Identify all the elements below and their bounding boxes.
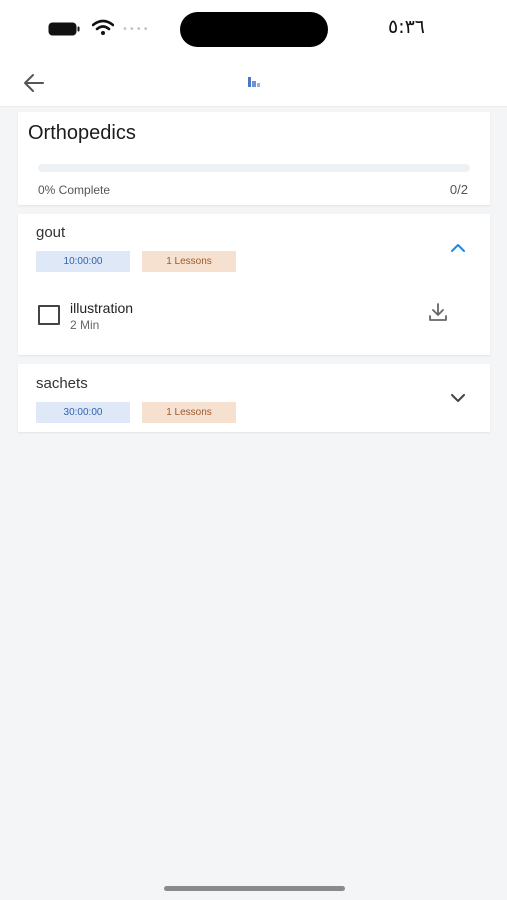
progress-count: 0/2 (449, 182, 468, 197)
section-card-gout: gout 10:00:00 1 Lessons illustration 2 M… (18, 214, 490, 355)
lesson-title: illustration (70, 300, 134, 316)
course-title: Orthopedics (28, 122, 136, 144)
progress-bar (38, 164, 470, 172)
app-logo-icon (248, 77, 260, 87)
chevron-up-icon[interactable] (451, 243, 465, 252)
signal-dots: •••• (122, 24, 150, 35)
duration-badge: 30:00:00 (36, 402, 130, 423)
duration-badge: 10:00:00 (36, 251, 130, 272)
lesson-row[interactable]: illustration 2 Min (18, 296, 490, 342)
section-title[interactable]: sachets (36, 375, 88, 392)
section-card-sachets[interactable]: sachets 30:00:00 1 Lessons (18, 364, 490, 432)
lessons-count-badge: 1 Lessons (142, 251, 236, 272)
section-title[interactable]: gout (36, 224, 65, 241)
wifi-icon (92, 19, 114, 35)
download-icon[interactable] (428, 302, 448, 322)
battery-icon (48, 22, 80, 36)
lesson-duration: 2 Min (70, 318, 100, 332)
status-time: ٥:٣٦ (388, 16, 426, 38)
app-bar (0, 60, 507, 107)
lesson-checkbox[interactable] (38, 305, 60, 325)
chevron-down-icon[interactable] (451, 394, 465, 403)
lessons-count-badge: 1 Lessons (142, 402, 236, 423)
status-bar: •••• ٥:٣٦ (0, 0, 507, 60)
course-progress-card: Orthopedics 0% Complete 0/2 (18, 112, 490, 205)
home-indicator[interactable] (164, 886, 345, 891)
dynamic-island (180, 12, 328, 47)
arrow-left-icon[interactable] (22, 72, 46, 94)
progress-label: 0% Complete (38, 183, 111, 197)
